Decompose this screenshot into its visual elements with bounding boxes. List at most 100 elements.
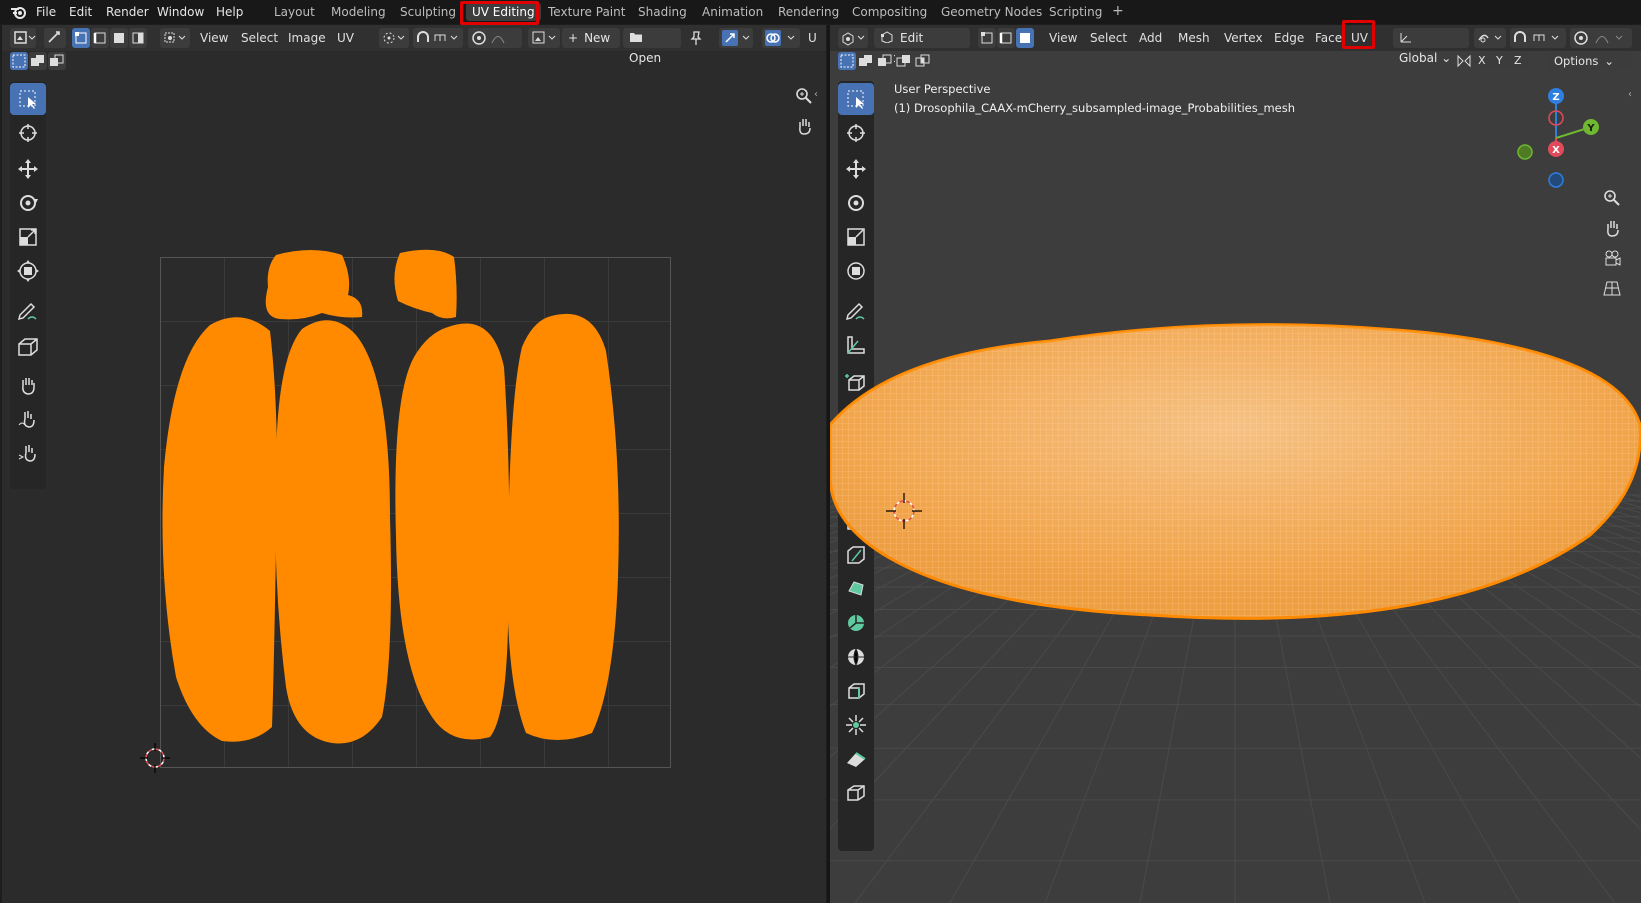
vertex-select-mode[interactable] [72,28,90,48]
options-dropdown[interactable]: Options ⌄ [1548,52,1632,70]
vp-edge-mode[interactable] [997,28,1015,48]
face-select-mode[interactable] [110,28,128,48]
vp-select-intersect[interactable] [914,52,932,70]
vp-menu-face[interactable]: Face [1315,31,1342,45]
tab-texture-paint[interactable]: Texture Paint [548,3,625,21]
open-image-button[interactable]: Open [623,28,681,65]
gizmo-toggle[interactable] [719,28,753,48]
sticky-selection-dropdown[interactable] [160,28,190,48]
overlay-toggle[interactable] [762,28,800,48]
new-image-button[interactable]: + New [562,28,620,48]
mirror-z-toggle[interactable]: Z [1510,52,1528,70]
vp-select-subtract[interactable] [876,52,894,70]
menu-render[interactable]: Render [106,3,149,21]
shrink-fatten-icon[interactable] [838,709,874,741]
perspective-toggle-icon[interactable] [1599,275,1625,301]
select-box-icon[interactable] [838,83,874,115]
sidebar-toggle-icon[interactable]: ‹ [814,89,818,100]
tab-scripting[interactable]: Scripting [1049,3,1102,21]
relax-icon[interactable] [10,403,46,435]
select-box-icon[interactable] [10,83,46,115]
vp-proportional-edit[interactable] [1570,28,1632,48]
3d-cursor-icon[interactable] [884,491,924,531]
vp-menu-add[interactable]: Add [1139,31,1162,45]
mirror-y-toggle[interactable]: Y [1492,52,1510,70]
axis-gizmo[interactable]: Z Y X [1500,83,1630,193]
uv-sync-toggle[interactable] [44,28,66,48]
move-icon[interactable] [10,153,46,185]
vp-face-mode[interactable] [1016,28,1034,48]
tab-compositing[interactable]: Compositing [852,3,927,21]
uv-2d-cursor-icon[interactable] [140,743,170,773]
cursor-icon[interactable] [10,117,46,149]
vp-menu-mesh[interactable]: Mesh [1178,31,1210,45]
uv-menu-select[interactable]: Select [241,31,278,45]
edge-slide-icon[interactable] [838,675,874,707]
menu-help[interactable]: Help [216,3,243,21]
vp-menu-vertex[interactable]: Vertex [1224,31,1263,45]
vp-pivot-dropdown[interactable] [1474,28,1506,48]
vp-sidebar-toggle-icon[interactable]: ‹ [1628,89,1632,100]
menu-edit[interactable]: Edit [69,3,92,21]
vp-select-new[interactable] [838,52,856,70]
shear-icon[interactable] [838,743,874,775]
move-icon[interactable] [838,153,874,185]
mesh-object[interactable] [830,315,1641,645]
vp-select-extend[interactable] [857,52,875,70]
uv-header-overflow[interactable]: U [808,31,817,45]
vp-snap-dropdown[interactable] [1510,28,1566,48]
tab-rendering[interactable]: Rendering [778,3,839,21]
zoom-icon[interactable] [1599,185,1625,211]
mirror-icon[interactable] [1456,53,1472,72]
select-new-mode[interactable] [10,52,28,70]
tab-animation[interactable]: Animation [702,3,763,21]
pan-hand-icon[interactable] [1599,215,1625,241]
vp-menu-edge[interactable]: Edge [1274,31,1304,45]
editor-type-button[interactable] [10,28,36,48]
tab-shading[interactable]: Shading [638,3,687,21]
rip-region-icon[interactable] [10,331,46,363]
orientation-dropdown[interactable]: Global ⌄ [1393,28,1469,65]
tab-geometry-nodes[interactable]: Geometry Nodes [941,3,1042,21]
blender-logo-icon[interactable] [10,3,28,24]
annotate-icon[interactable] [10,295,46,327]
transform-icon[interactable] [10,255,46,287]
tab-sculpting[interactable]: Sculpting [400,3,456,21]
vp-menu-select[interactable]: Select [1090,31,1127,45]
proportional-edit[interactable] [468,28,522,48]
viewport-editor-type[interactable] [838,28,868,48]
menu-file[interactable]: File [36,3,56,21]
select-extend-mode[interactable] [29,52,47,70]
select-subtract-mode[interactable] [48,52,66,70]
add-workspace-button[interactable]: + [1112,2,1124,20]
pivot-dropdown[interactable] [379,28,409,48]
mode-dropdown[interactable]: Edit Mode⌄ [874,28,970,65]
vp-select-invert[interactable] [895,52,913,70]
pin-icon[interactable] [688,30,704,49]
vp-vertex-mode[interactable] [978,28,996,48]
tab-layout[interactable]: Layout [274,3,315,21]
snap-dropdown[interactable] [413,28,463,48]
pinch-icon[interactable] [10,437,46,469]
mirror-x-toggle[interactable]: X [1474,52,1492,70]
camera-view-icon[interactable] [1599,245,1625,271]
island-select-mode[interactable] [129,28,147,48]
image-browse-dropdown[interactable] [528,28,560,48]
transform-icon[interactable] [838,255,874,287]
cursor-icon[interactable] [838,117,874,149]
uv-menu-view[interactable]: View [200,31,228,45]
tab-modeling[interactable]: Modeling [331,3,386,21]
scale-icon[interactable] [10,221,46,253]
rip-icon[interactable] [838,777,874,809]
rotate-icon[interactable] [838,187,874,219]
scale-icon[interactable] [838,221,874,253]
menu-window[interactable]: Window [157,3,204,21]
vp-menu-view[interactable]: View [1049,31,1077,45]
pan-hand-icon[interactable] [791,113,817,139]
edge-select-mode[interactable] [91,28,109,48]
smooth-icon[interactable] [838,641,874,673]
grab-icon[interactable] [10,369,46,401]
uv-menu-image[interactable]: Image [288,31,326,45]
uv-menu-uv[interactable]: UV [337,31,354,45]
rotate-icon[interactable] [10,187,46,219]
